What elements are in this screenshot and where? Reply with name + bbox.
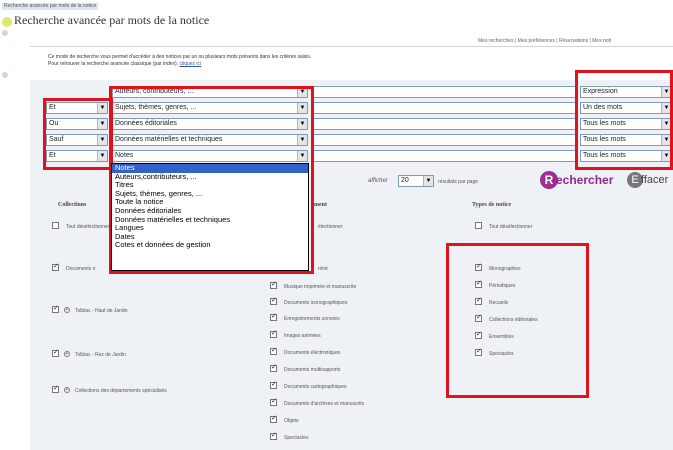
divider xyxy=(30,46,673,47)
results-per-page-select[interactable]: 20 ▼ xyxy=(398,175,434,187)
types-label-4: Collections éditoriales xyxy=(489,317,538,323)
types-checkbox-3[interactable] xyxy=(475,296,482,305)
collections-checkbox-2[interactable] xyxy=(52,304,59,313)
types-label-5: Ensembles xyxy=(489,334,514,340)
types-checkbox-5[interactable] xyxy=(475,330,482,339)
documents-checkbox-7[interactable] xyxy=(270,363,277,372)
types-label-1: Monographies xyxy=(489,266,521,272)
documents-label-1: rimé xyxy=(318,266,328,272)
collections-label-4: Collections des départements spécialisés xyxy=(75,388,167,394)
section-dot-icon xyxy=(2,30,8,36)
collections-label-0: Tout désélectionner xyxy=(66,224,110,230)
collections-label-1: Documents n xyxy=(66,266,96,272)
types-checkbox-6[interactable] xyxy=(475,347,482,356)
documents-checkbox-8[interactable] xyxy=(270,380,277,389)
documents-checkbox-4[interactable] xyxy=(270,312,277,321)
classic-search-link[interactable]: cliquez ici xyxy=(179,61,201,67)
search-button[interactable]: Rechercher xyxy=(540,171,613,191)
page-title: Recherche avancée par mots de la notice xyxy=(14,13,210,27)
nav-reservations[interactable]: Réservations xyxy=(559,38,588,44)
nav-my-notices[interactable]: Mes noti xyxy=(592,38,611,44)
highlight-modes-box xyxy=(575,70,673,170)
dropdown-option[interactable]: Langues xyxy=(112,224,308,233)
clear-button[interactable]: Effacer xyxy=(627,172,668,192)
search-term-input-row-2[interactable] xyxy=(312,118,578,130)
collections-label-2: Tolbiac - Haut de Jardin xyxy=(75,308,128,314)
documents-label-10: Objets xyxy=(284,418,299,424)
types-checkbox-1[interactable] xyxy=(475,262,482,271)
types-checkbox-4[interactable] xyxy=(475,313,482,322)
intro-line-2-text: Pour retrouver la recherche avancée clas… xyxy=(48,61,179,67)
clear-button-label: ffacer xyxy=(641,174,669,186)
documents-label-3: Documents iconographiques xyxy=(284,300,348,306)
collections-checkbox-3[interactable] xyxy=(52,348,59,357)
documents-checkbox-5[interactable] xyxy=(270,329,277,338)
section-dot-icon xyxy=(2,72,8,78)
results-label-before: afficher xyxy=(368,178,388,184)
types-label-3: Recueils xyxy=(489,300,509,306)
collections-header: Collections xyxy=(58,202,87,208)
documents-checkbox-6[interactable] xyxy=(270,346,277,355)
documents-checkbox-11[interactable] xyxy=(270,431,277,440)
chevron-down-icon[interactable]: ▼ xyxy=(423,176,433,186)
documents-header: ment xyxy=(314,202,327,208)
documents-checkbox-9[interactable] xyxy=(270,397,277,406)
expand-icon[interactable]: + xyxy=(64,307,70,313)
results-per-page-value: 20 xyxy=(401,177,409,184)
documents-label-5: Images animées xyxy=(284,333,321,339)
documents-label-4: Enregistrements sonores xyxy=(284,316,340,322)
types-label-2: Périodiques xyxy=(489,283,516,289)
collections-label-3: Tolbiac - Rez de Jardin xyxy=(75,352,126,358)
top-navigation: Mes recherches | Mes préférences | Réser… xyxy=(478,38,612,44)
collections-checkbox-0[interactable] xyxy=(52,222,59,229)
search-term-input-row-1[interactable] xyxy=(312,102,578,114)
documents-label-7: Documents multisupports xyxy=(284,367,341,373)
types-label-0: Tout désélectionner xyxy=(489,224,533,230)
breadcrumb[interactable]: Recherche avancée par mots de la notice xyxy=(2,3,99,10)
documents-label-2: Musique imprimée et manuscrite xyxy=(284,284,357,290)
highlight-operators-box xyxy=(43,98,113,170)
types-checkbox-2[interactable] xyxy=(475,279,482,288)
expand-icon[interactable]: + xyxy=(64,387,70,393)
title-bullet-icon xyxy=(2,17,12,27)
dropdown-option[interactable]: Cotes et données de gestion xyxy=(112,241,308,250)
nav-my-searches[interactable]: Mes recherches xyxy=(478,38,514,44)
types-header: Types de notice xyxy=(472,202,512,208)
results-label-after: résultats par page xyxy=(438,179,479,185)
search-button-label: echercher xyxy=(556,173,614,187)
documents-checkbox-10[interactable] xyxy=(270,414,277,423)
documents-label-9: Documents d'archives et manuscrits xyxy=(284,401,365,407)
documents-checkbox-3[interactable] xyxy=(270,296,277,305)
collections-checkbox-4[interactable] xyxy=(52,384,59,393)
search-term-input-row-0[interactable] xyxy=(312,86,578,98)
intro-line-1: Ce mode de recherche vous permet d'accéd… xyxy=(48,54,312,60)
documents-label-6: Documents électroniques xyxy=(284,350,341,356)
dropdown-option[interactable]: Auteurs,contributeurs, ... xyxy=(112,172,308,182)
search-term-input-row-4[interactable] xyxy=(312,150,578,162)
expand-icon[interactable]: + xyxy=(64,351,70,357)
documents-label-8: Documents cartographiques xyxy=(284,384,347,390)
intro-line-2: Pour retrouver la recherche avancée clas… xyxy=(48,61,311,68)
intro-text: Ce mode de recherche vous permet d'accéd… xyxy=(48,54,311,68)
field-dropdown-list[interactable]: Notes Auteurs,contributeurs, ... Titres … xyxy=(111,163,309,271)
types-label-6: Spectacles xyxy=(489,351,514,357)
documents-checkbox-2[interactable] xyxy=(270,280,277,289)
documents-label-11: Spectacles xyxy=(284,435,309,441)
types-checkbox-0[interactable] xyxy=(475,222,482,229)
search-term-input-row-3[interactable] xyxy=(312,134,578,146)
collections-checkbox-1[interactable] xyxy=(52,262,59,271)
documents-label-0[interactable]: électionner xyxy=(318,224,342,230)
nav-my-preferences[interactable]: Mes préférences xyxy=(518,38,555,44)
